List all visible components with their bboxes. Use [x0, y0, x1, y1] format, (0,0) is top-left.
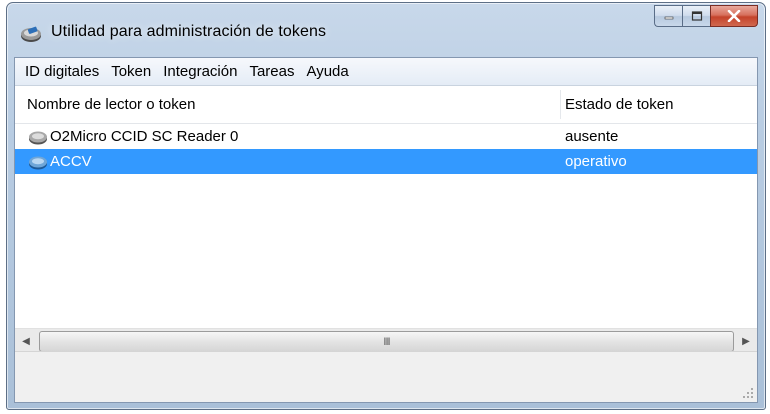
row-name: ACCV: [50, 153, 92, 170]
grip-icon: III: [383, 335, 390, 348]
scroll-right-button[interactable]: ▶: [735, 329, 757, 353]
window-title: Utilidad para administración de tokens: [51, 23, 327, 40]
row-status: operativo: [565, 153, 627, 170]
row-name: O2Micro CCID SC Reader 0: [50, 128, 239, 145]
column-divider[interactable]: [560, 90, 561, 119]
chevron-right-icon: ▶: [742, 335, 750, 347]
token-list[interactable]: Nombre de lector o token Estado de token…: [15, 86, 757, 354]
close-icon: [727, 10, 741, 22]
close-button[interactable]: [710, 5, 758, 27]
chevron-left-icon: ◀: [22, 335, 30, 347]
menu-token[interactable]: Token: [105, 58, 157, 85]
maximize-button[interactable]: [682, 5, 710, 27]
list-row-reader[interactable]: O2Micro CCID SC Reader 0 ausente: [15, 124, 757, 149]
client-area: ID digitales Token Integración Tareas Ay…: [14, 57, 758, 403]
token-icon: [29, 156, 47, 169]
menu-tareas[interactable]: Tareas: [243, 58, 300, 85]
maximize-icon: [691, 11, 702, 21]
menu-ayuda[interactable]: Ayuda: [300, 58, 354, 85]
scroll-left-button[interactable]: ◀: [15, 329, 37, 353]
title-bar[interactable]: Utilidad para administración de tokens: [7, 3, 765, 57]
list-row-token[interactable]: ACCV operativo: [15, 149, 757, 174]
status-bar: [15, 351, 757, 402]
menu-bar: ID digitales Token Integración Tareas Ay…: [15, 58, 757, 86]
list-header: Nombre de lector o token Estado de token: [15, 86, 757, 124]
column-header-name[interactable]: Nombre de lector o token: [27, 86, 195, 123]
horizontal-scrollbar[interactable]: ◀ III ▶: [15, 328, 757, 353]
minimize-button[interactable]: [654, 5, 682, 27]
scroll-thumb[interactable]: III: [39, 331, 734, 352]
row-name-cell: ACCV: [27, 149, 92, 174]
menu-id-digitales[interactable]: ID digitales: [19, 58, 105, 85]
token-reader-icon: [21, 26, 41, 42]
app-window: Utilidad para administración de tokens I…: [6, 2, 766, 410]
column-header-status[interactable]: Estado de token: [565, 86, 673, 123]
card-reader-icon: [29, 131, 47, 144]
caption-buttons: [654, 5, 758, 29]
menu-integracion[interactable]: Integración: [157, 58, 243, 85]
row-name-cell: O2Micro CCID SC Reader 0: [27, 124, 238, 149]
resize-grip-icon[interactable]: [742, 387, 754, 399]
row-status: ausente: [565, 128, 619, 145]
minimize-icon: [664, 16, 673, 20]
